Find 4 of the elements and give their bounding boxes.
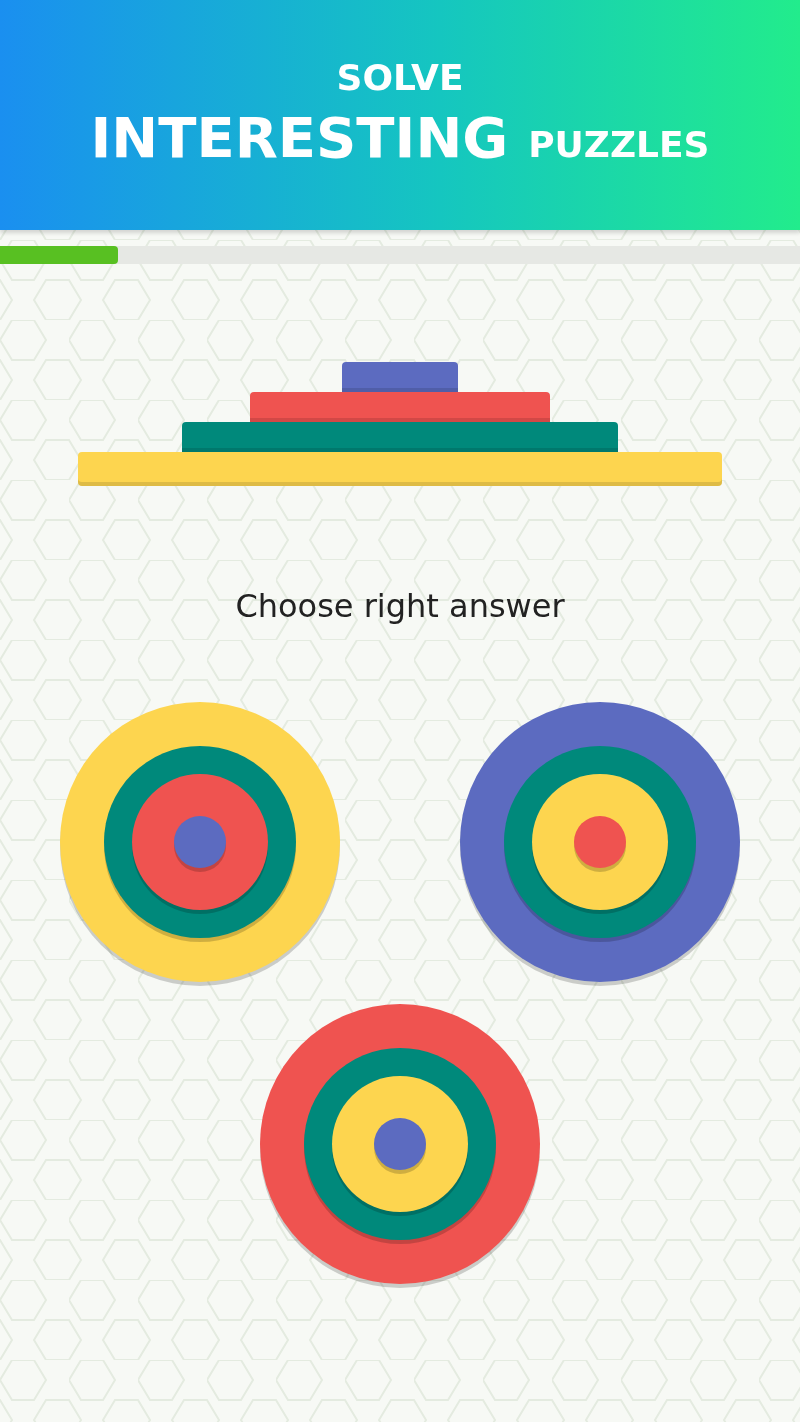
- header-title: SOLVE: [336, 56, 464, 100]
- header-title: PUZZLES: [528, 123, 710, 167]
- prompt-text: Choose right answer: [235, 586, 565, 626]
- header-title: INTERESTING: [90, 106, 509, 170]
